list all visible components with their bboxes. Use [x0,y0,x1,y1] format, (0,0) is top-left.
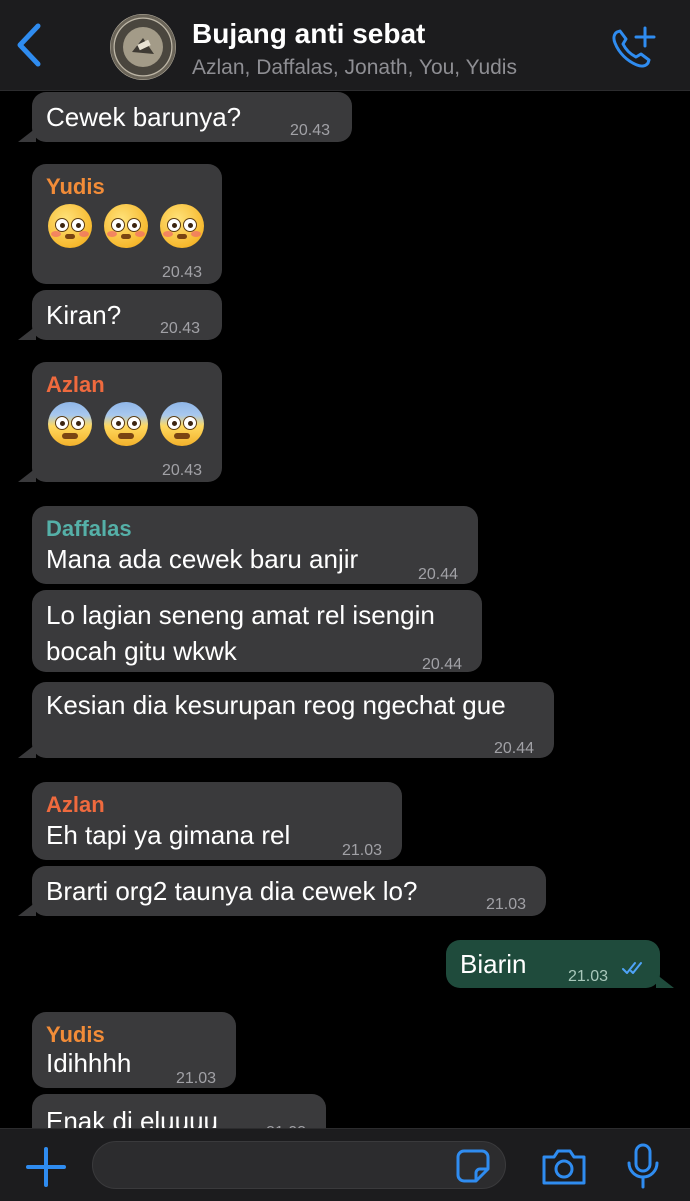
message-time: 21.03 [568,968,609,985]
message-time: 20.43 [290,122,331,139]
message-time: 20.44 [418,566,459,583]
sticker-button[interactable] [456,1149,490,1183]
message-text: Biarin [460,949,527,979]
message-text-line-1: Lo lagian seneng amat rel isengin [46,600,435,630]
double-check-icon [622,962,642,974]
message-list[interactable]: Cewek barunya? 20.43 Yudis 20.43 Kiran? … [0,90,690,1128]
message-bubble[interactable]: Yudis 20.43 [32,164,222,284]
outgoing-message-bubble[interactable]: Biarin 21.03 [446,940,674,988]
message-bubble[interactable]: Lo lagian seneng amat rel isengin bocah … [32,590,482,673]
plus-icon [26,1147,66,1187]
message-text: Brarti org2 taunya dia cewek lo? [46,876,418,906]
flushed-face-icon [48,204,92,248]
message-text: Kiran? [46,300,122,330]
group-members[interactable]: Azlan, Daffalas, Jonath, You, Yudis [192,56,517,80]
message-bubble[interactable]: Azlan 20.43 [18,362,222,482]
message-time: 21.03 [266,1116,306,1128]
composer-bar [0,1128,690,1201]
chat-header: Bujang anti sebat Azlan, Daffalas, Jonat… [0,0,690,91]
flushed-face-icon [160,204,204,248]
fearful-face-icon [104,402,148,446]
message-bubble[interactable]: Kesian dia kesurupan reog ngechat gue 20… [18,682,554,758]
message-bubble[interactable]: Enak di eluuuu 21.03 [32,1094,326,1128]
message-text: Enak di eluuuu [46,1106,219,1128]
message-text: Eh tapi ya gimana rel [46,820,291,850]
message-time: 21.03 [486,896,527,913]
message-text: Idihhhh [46,1048,132,1078]
message-input[interactable] [92,1141,506,1189]
message-text-line-2: bocah gitu wkwk [46,636,237,666]
message-bubble[interactable]: Azlan Eh tapi ya gimana rel 21.03 [32,782,402,860]
message-bubble[interactable]: Daffalas Mana ada cewek baru anjir 20.44 [32,506,478,584]
message-time: 20.44 [422,656,463,673]
sender-name: Yudis [46,174,105,199]
group-avatar[interactable] [110,14,176,80]
message-bubble[interactable]: Cewek barunya? 20.43 [18,92,352,142]
camera-icon [542,1149,586,1185]
chevron-left-icon [17,23,41,67]
sender-name: Daffalas [46,516,132,541]
microphone-icon [627,1143,659,1189]
back-button[interactable] [12,22,52,68]
message-time: 21.03 [342,842,383,859]
phone-plus-icon [612,26,656,68]
sticker-icon [456,1149,490,1183]
sender-name: Azlan [46,792,105,817]
message-time: 20.43 [160,320,201,337]
group-title[interactable]: Bujang anti sebat [192,18,425,50]
message-time: 20.43 [162,264,203,281]
flushed-face-icon [104,204,148,248]
fearful-face-icon [48,402,92,446]
attach-button[interactable] [24,1145,68,1189]
message-time: 20.43 [162,462,203,479]
camera-button[interactable] [540,1145,588,1189]
message-time: 21.03 [176,1070,217,1087]
add-call-button[interactable] [608,24,658,70]
sender-name: Azlan [46,372,105,397]
message-time: 20.44 [494,740,535,757]
message-bubble[interactable]: Brarti org2 taunya dia cewek lo? 21.03 [18,866,546,916]
message-text: Mana ada cewek baru anjir [46,544,359,574]
message-text: Kesian dia kesurupan reog ngechat gue [46,690,506,720]
fearful-face-icon [160,402,204,446]
message-bubble[interactable]: Yudis Idihhhh 21.03 [32,1012,236,1088]
voice-message-button[interactable] [624,1143,662,1191]
message-bubble[interactable]: Kiran? 20.43 [18,290,222,340]
message-text: Cewek barunya? [46,102,242,132]
